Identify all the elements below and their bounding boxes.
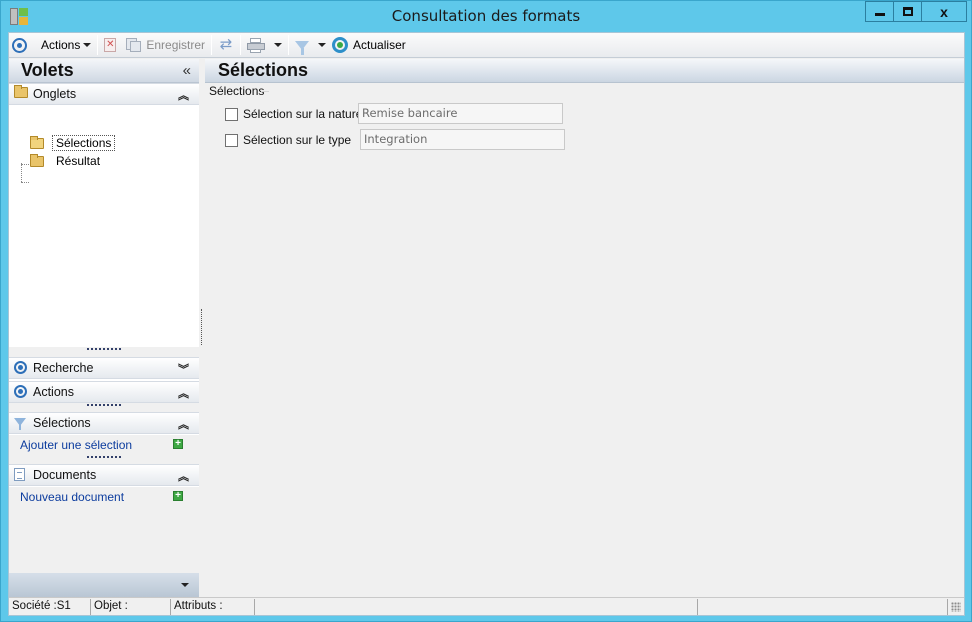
status-bar: Société :S1 Objet : Attributs : [9, 597, 964, 615]
splitter-grip[interactable] [87, 348, 121, 351]
refresh-label: Actualiser [353, 38, 406, 52]
tree-item-label: Résultat [56, 154, 101, 168]
field-row-nature: Sélection sur la nature [225, 103, 362, 125]
vertical-splitter[interactable] [201, 309, 202, 345]
target-icon [14, 385, 27, 398]
splitter-grip[interactable] [87, 456, 121, 459]
filter-dropdown-button[interactable] [312, 35, 329, 56]
toolbar: Actions ✕ Enregistrer ⇄ Actualiser [9, 33, 964, 58]
toolbar-separator [211, 35, 213, 55]
section-selections[interactable]: Sélections ︽ [9, 412, 199, 434]
add-selection-link[interactable]: Ajouter une sélection [20, 438, 132, 452]
chevron-down-icon [181, 583, 189, 587]
content-header: Sélections [205, 59, 964, 83]
section-selections-label: Sélections [33, 416, 91, 430]
document-icon [14, 468, 25, 481]
chevron-up-icon[interactable]: ︽ [178, 468, 189, 484]
type-field[interactable]: Integration [360, 129, 565, 150]
main-window: Consultation des formats x Actions ✕ Enr… [0, 0, 972, 622]
title-bar[interactable]: Consultation des formats x [1, 1, 971, 31]
save-label: Enregistrer [146, 38, 206, 52]
minimize-icon [874, 13, 885, 16]
minimize-button[interactable] [865, 1, 893, 22]
section-onglets-label: Onglets [33, 87, 77, 101]
sync-icon: ⇄ [219, 36, 233, 53]
window-title: Consultation des formats [391, 7, 581, 25]
resize-grip-icon[interactable] [951, 602, 961, 612]
section-documents[interactable]: Documents ︽ [9, 464, 199, 486]
chevron-up-icon[interactable]: ︽ [178, 416, 189, 432]
tree-item-selections[interactable]: Sélections [30, 135, 116, 151]
add-icon[interactable]: + [173, 491, 183, 501]
type-checkbox[interactable] [225, 133, 238, 147]
save-button[interactable]: Enregistrer [123, 35, 208, 56]
printer-icon [247, 37, 266, 53]
section-actions[interactable]: Actions ︽ [9, 381, 199, 403]
add-icon[interactable]: + [173, 439, 183, 449]
chevron-up-icon[interactable]: ︽ [178, 87, 189, 103]
left-pane-title: Volets [21, 60, 74, 80]
section-recherche-label: Recherche [33, 361, 94, 375]
open-folder-icon [30, 135, 52, 149]
delete-document-icon: ✕ [104, 38, 117, 52]
chevron-down-icon [83, 43, 92, 47]
collapse-pane-icon[interactable]: « [183, 62, 191, 79]
section-onglets[interactable]: Onglets ︽ [9, 83, 199, 105]
chevron-down-icon[interactable]: ︾ [178, 361, 189, 377]
refresh-icon [332, 37, 349, 53]
toolbar-separator [240, 35, 242, 55]
nature-label: Sélection sur la nature [243, 107, 363, 121]
close-button[interactable]: x [921, 1, 967, 22]
actions-menu-label: Actions [41, 38, 81, 52]
pane-overflow-bar[interactable] [9, 573, 199, 597]
section-recherche[interactable]: Recherche ︾ [9, 357, 199, 379]
filter-icon [14, 416, 26, 430]
maximize-icon [902, 7, 913, 16]
save-icon [126, 38, 142, 52]
filter-button[interactable] [292, 35, 312, 56]
chevron-up-icon[interactable]: ︽ [178, 385, 189, 401]
main-menu-button[interactable] [9, 35, 30, 56]
nature-checkbox[interactable] [225, 107, 238, 121]
target-icon [12, 37, 27, 53]
print-button[interactable] [244, 35, 268, 56]
status-attributs: Attributs : [171, 599, 255, 615]
new-document-link[interactable]: Nouveau document [20, 490, 124, 504]
filter-icon [295, 40, 310, 55]
tree-item-resultat[interactable]: Résultat [30, 153, 100, 169]
toolbar-separator [288, 35, 290, 55]
field-row-type: Sélection sur le type [225, 129, 351, 151]
status-cell-empty [698, 599, 948, 615]
chevron-down-icon [318, 43, 327, 47]
left-pane: Volets « Onglets ︽ Sélections Résultat R… [9, 59, 199, 597]
status-societe: Société :S1 [9, 599, 91, 615]
left-pane-header: Volets « [9, 59, 199, 83]
section-documents-label: Documents [33, 468, 97, 482]
chevron-down-icon [274, 43, 283, 47]
actions-menu-button[interactable]: Actions [38, 35, 94, 56]
content-area: Sélections Sélection sur la nature Remis… [205, 84, 964, 596]
status-cell-empty [255, 599, 698, 615]
section-actions-label: Actions [33, 385, 74, 399]
nature-field[interactable]: Remise bancaire [358, 103, 563, 124]
refresh-sync-button[interactable]: ⇄ [215, 35, 237, 56]
folder-icon [14, 85, 28, 98]
folder-icon [30, 153, 52, 167]
new-document-row: Nouveau document + [9, 487, 199, 509]
delete-button[interactable]: ✕ [101, 35, 119, 56]
client-area: Actions ✕ Enregistrer ⇄ Actualiser Volet… [8, 32, 965, 616]
close-icon: x [940, 3, 948, 20]
type-label: Sélection sur le type [243, 133, 352, 147]
refresh-button[interactable]: Actualiser [329, 35, 409, 56]
print-dropdown-button[interactable] [268, 35, 285, 56]
toolbar-separator [97, 35, 99, 55]
tree-item-label: Sélections [52, 135, 116, 151]
status-objet: Objet : [91, 599, 171, 615]
splitter-grip[interactable] [87, 404, 121, 407]
page-title: Sélections [218, 60, 309, 80]
maximize-button[interactable] [893, 1, 921, 22]
target-icon [14, 361, 27, 374]
group-title: Sélections [209, 84, 267, 98]
add-selection-row: Ajouter une sélection + [9, 435, 199, 457]
